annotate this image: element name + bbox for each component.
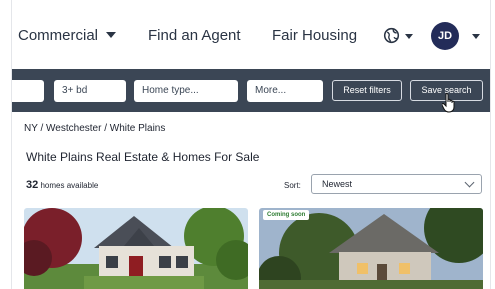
user-avatar[interactable]: JD [431, 22, 459, 50]
nav-commercial-label: Commercial [18, 27, 99, 44]
sort-label: Sort: [284, 181, 301, 190]
nav-fair-housing-link[interactable]: Fair Housing [272, 27, 357, 44]
hand-cursor-icon [442, 93, 455, 113]
sort-selected-value: Newest [322, 179, 353, 189]
listing-card[interactable] [24, 208, 248, 289]
listing-card[interactable]: Coming soon [259, 208, 483, 289]
listing-photo[interactable] [259, 208, 483, 289]
results-count-number: 32 [26, 179, 39, 191]
more-filters-field[interactable]: More... [247, 80, 323, 102]
language-caret-icon[interactable] [405, 34, 413, 39]
app-frame: Commercial Find an Agent Fair Housing JD… [11, 0, 491, 289]
nav-commercial-menu[interactable]: Commercial [18, 27, 117, 44]
home-type-filter-field[interactable]: Home type... [134, 80, 238, 102]
coming-soon-badge: Coming soon [263, 210, 310, 220]
breadcrumb[interactable]: NY / Westchester / White Plains [24, 123, 165, 134]
price-filter-field[interactable] [12, 80, 44, 102]
top-navigation: Commercial Find an Agent Fair Housing JD [12, 0, 490, 69]
nav-find-agent-link[interactable]: Find an Agent [148, 27, 241, 44]
reset-filters-button[interactable]: Reset filters [332, 80, 402, 101]
chevron-down-icon [464, 177, 475, 188]
sort-select[interactable]: Newest [311, 174, 482, 194]
page-title: White Plains Real Estate & Homes For Sal… [26, 150, 260, 164]
results-count-label: homes available [40, 181, 99, 190]
filter-bar: 3+ bd Home type... More... Reset filters… [12, 69, 490, 112]
listing-photo[interactable] [24, 208, 248, 289]
caret-down-icon [106, 32, 117, 39]
account-caret-icon[interactable] [472, 34, 480, 39]
globe-icon[interactable] [383, 27, 400, 44]
results-count: 32 homes available [26, 179, 98, 191]
beds-filter-field[interactable]: 3+ bd [54, 80, 126, 102]
